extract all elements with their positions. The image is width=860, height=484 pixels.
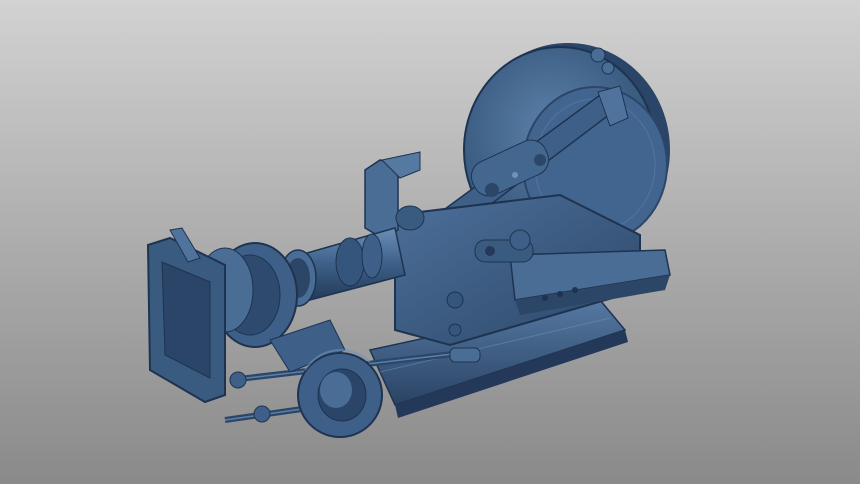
3d-viewport[interactable] bbox=[0, 0, 860, 484]
camera-model[interactable] bbox=[0, 0, 860, 484]
lens-barrel bbox=[279, 227, 406, 307]
viewfinder-bracket bbox=[364, 151, 425, 239]
